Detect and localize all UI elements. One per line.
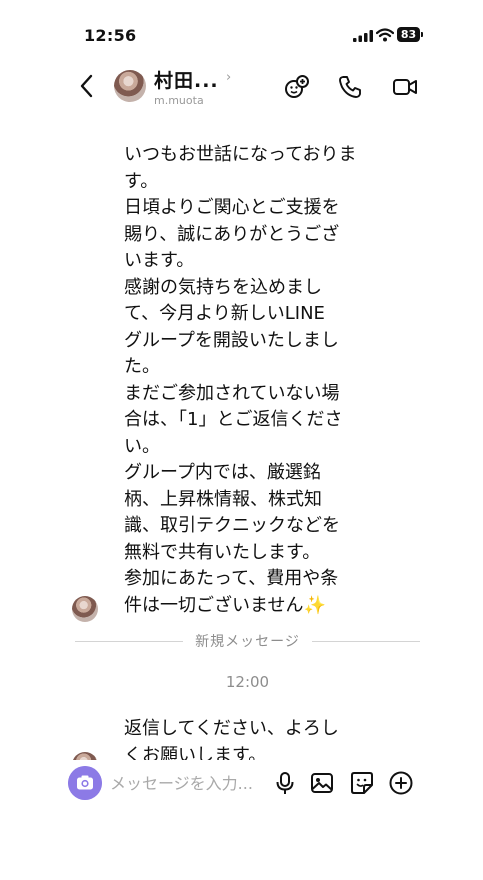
back-chevron-icon[interactable] (76, 72, 98, 100)
message-line: 件は一切ございません✨ (124, 594, 326, 616)
new-messages-divider: 新規メッセージ (75, 630, 420, 652)
message-line: 参加にあたって、費用や条 (124, 568, 339, 589)
message-line: 賜り、誠にありがとうござ (124, 223, 340, 245)
wifi-icon (376, 28, 394, 42)
battery-icon: 83 (397, 27, 423, 42)
contact-name: 村田... (154, 70, 219, 92)
signal-icon (353, 30, 373, 42)
contact-avatar[interactable] (114, 70, 146, 102)
message-line: いつもお世話になっておりま (124, 144, 357, 165)
phone-icon[interactable] (337, 74, 363, 100)
message-input[interactable] (110, 766, 270, 800)
chat-header: 村田... › m.muota (0, 64, 483, 112)
message-line: 感謝の気持ちを込めまし (124, 276, 322, 298)
message-line: た。 (124, 356, 160, 377)
video-call-icon[interactable] (392, 74, 418, 100)
message-line: 無料で共有いたします。 (124, 541, 321, 563)
message-line: まだご参加されていない場 (124, 382, 340, 404)
message-line: い。 (124, 435, 160, 457)
message-line: 識、取引テクニックなどを (124, 515, 340, 536)
image-icon[interactable] (309, 770, 335, 796)
chevron-right-icon: › (226, 70, 232, 85)
message-line: 合は、「1」とご返信くださ (124, 409, 343, 430)
status-bar: 12:56 83 (0, 0, 483, 64)
sticker-icon[interactable] (349, 770, 375, 796)
contact-name-button[interactable]: 村田... › m.muota (154, 66, 231, 107)
timestamp: 12:00 (225, 673, 270, 691)
camera-icon[interactable] (68, 766, 102, 800)
contact-id: m.muota (154, 94, 204, 107)
message-input-bar (0, 760, 483, 880)
plus-circle-icon[interactable] (388, 770, 414, 796)
group-call-icon[interactable] (284, 74, 310, 100)
microphone-icon[interactable] (272, 770, 298, 796)
sender-avatar[interactable] (72, 596, 98, 622)
divider-line (312, 641, 420, 642)
message-line: グループを開設いたしまし (124, 329, 339, 351)
message-line: います。 (124, 250, 195, 271)
message-line: す。 (124, 170, 159, 192)
message-line: 柄、上昇株情報、株式知 (124, 488, 322, 510)
message-line: グループ内では、厳選銘 (124, 462, 321, 483)
message-line: て、今月より新しいLINE (124, 303, 325, 324)
message-line: 返信してください、よろし (124, 718, 339, 739)
message-bubble[interactable]: いつもお世話になっておりま す。 日頃よりご関心とご支援を 賜り、誠にありがとう… (124, 142, 384, 619)
message-line: 日頃よりご関心とご支援を (124, 197, 340, 218)
status-time: 12:56 (84, 26, 137, 45)
